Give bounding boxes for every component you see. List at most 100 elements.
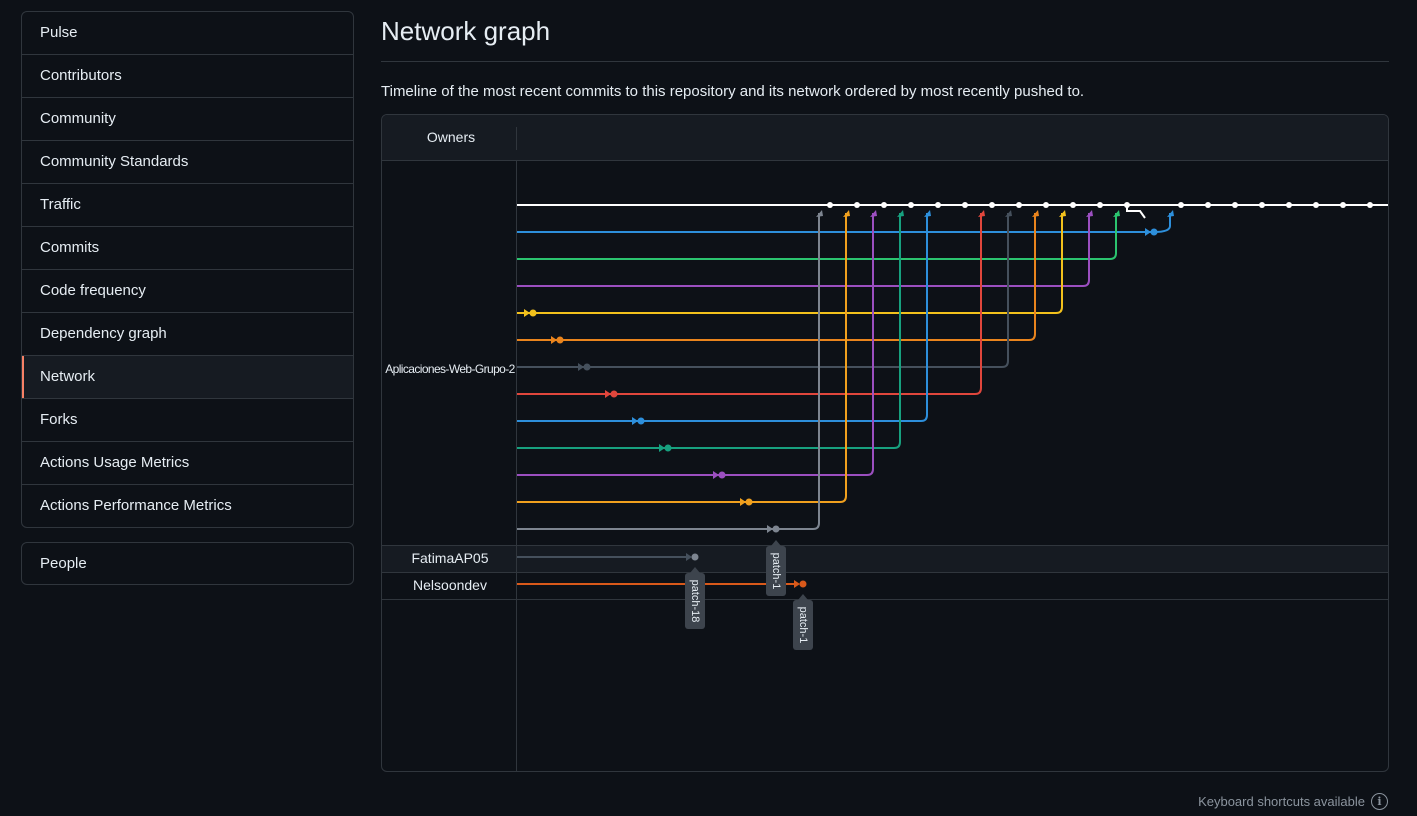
sidebar-item-contributors[interactable]: Contributors: [22, 54, 353, 97]
branch-line: [517, 213, 928, 422]
commit-dot[interactable]: [583, 363, 591, 371]
branch-tag-pointer: [798, 594, 808, 600]
branch-line: [517, 213, 1117, 260]
branch-tag-label: patch-18: [689, 580, 701, 623]
people-sidebar: People: [21, 542, 354, 585]
branch-arrow: [1113, 210, 1120, 217]
branch-tag-label: patch-1: [770, 553, 782, 590]
commit-dot[interactable]: [664, 444, 672, 452]
page-description: Timeline of the most recent commits to t…: [381, 83, 1085, 100]
commit-dot[interactable]: [1016, 202, 1022, 208]
commit-dot[interactable]: [962, 202, 968, 208]
commit-dot[interactable]: [1286, 202, 1292, 208]
network-graph[interactable]: Owners Aplicaciones-Web-Grupo-2 FatimaAP…: [381, 114, 1389, 772]
commit-dot[interactable]: [799, 580, 807, 588]
sidebar-item-commits[interactable]: Commits: [22, 226, 353, 269]
insights-sidebar: Pulse Contributors Community Community S…: [21, 11, 354, 528]
commit-dot[interactable]: [989, 202, 995, 208]
info-icon: i: [1371, 793, 1388, 810]
branch-line: [517, 213, 820, 530]
branch-arrow: [632, 417, 638, 425]
owner-label: Nelsoondev: [413, 577, 487, 593]
commit-dot[interactable]: [1367, 202, 1373, 208]
owner-row-band: [382, 545, 1388, 572]
branch-arrow: [1167, 210, 1174, 217]
commit-dot[interactable]: [1178, 202, 1184, 208]
branch-arrow: [978, 210, 985, 217]
branch-line: [517, 213, 901, 449]
branch-arrow: [843, 210, 850, 217]
commit-dot[interactable]: [854, 202, 860, 208]
owner-label: Aplicaciones-Web-Grupo-2: [385, 362, 515, 376]
branch-arrow: [1086, 210, 1093, 217]
branch-arrow: [524, 309, 530, 317]
branch-arrow: [1145, 228, 1151, 236]
graph-header: [382, 115, 1388, 160]
commit-dot[interactable]: [908, 202, 914, 208]
keyboard-shortcuts-hint[interactable]: Keyboard shortcuts available i: [1198, 793, 1388, 810]
commit-dot[interactable]: [637, 417, 645, 425]
branch-arrow: [740, 498, 746, 506]
sidebar-item-dependency-graph[interactable]: Dependency graph: [22, 312, 353, 355]
commit-dot[interactable]: [772, 525, 780, 533]
branch-tag-pointer: [771, 540, 781, 546]
sidebar-item-people[interactable]: People: [22, 543, 353, 584]
commit-dot[interactable]: [745, 498, 753, 506]
branch-arrow: [897, 210, 904, 217]
commit-dot[interactable]: [1340, 202, 1346, 208]
commit-dot[interactable]: [827, 202, 833, 208]
sidebar-item-traffic[interactable]: Traffic: [22, 183, 353, 226]
branch-line: [1153, 213, 1171, 233]
branch-arrow: [767, 525, 773, 533]
page-title: Network graph: [381, 16, 551, 46]
commit-dot[interactable]: [1043, 202, 1049, 208]
branch-tag-patch-18[interactable]: patch-18: [685, 567, 705, 629]
sidebar-item-network[interactable]: Network: [22, 355, 353, 398]
branch-arrow: [1032, 210, 1039, 217]
commit-dot[interactable]: [881, 202, 887, 208]
commit-dot[interactable]: [935, 202, 941, 208]
commit-dot[interactable]: [1232, 202, 1238, 208]
commit-dot[interactable]: [529, 309, 537, 317]
sidebar-item-community-standards[interactable]: Community Standards: [22, 140, 353, 183]
commit-dot[interactable]: [1150, 228, 1158, 236]
owners-header: Owners: [427, 129, 475, 145]
commit-dot[interactable]: [1259, 202, 1265, 208]
branch-tag-patch-1-nelsoondev[interactable]: patch-1: [793, 594, 813, 650]
merge-connector: [1126, 205, 1146, 219]
sidebar-item-forks[interactable]: Forks: [22, 398, 353, 441]
commit-dot[interactable]: [1097, 202, 1103, 208]
owner-label: FatimaAP05: [411, 550, 488, 566]
branch-arrow: [816, 210, 823, 217]
network-graph-canvas[interactable]: Owners Aplicaciones-Web-Grupo-2 FatimaAP…: [382, 115, 1388, 771]
branch-line: [517, 213, 847, 503]
commit-dot[interactable]: [691, 553, 699, 561]
commit-dot[interactable]: [610, 390, 618, 398]
branch-arrow: [1059, 210, 1066, 217]
branch-arrow: [659, 444, 665, 452]
sidebar-item-community[interactable]: Community: [22, 97, 353, 140]
branch-tag-patch-1[interactable]: patch-1: [766, 540, 786, 596]
branch-arrow: [605, 390, 611, 398]
sidebar-item-actions-usage-metrics[interactable]: Actions Usage Metrics: [22, 441, 353, 484]
branch-arrow: [924, 210, 931, 217]
commit-dot[interactable]: [1313, 202, 1319, 208]
commit-dot[interactable]: [718, 471, 726, 479]
commit-dot[interactable]: [556, 336, 564, 344]
commit-dot[interactable]: [1205, 202, 1211, 208]
keyboard-shortcuts-text: Keyboard shortcuts available: [1198, 794, 1365, 809]
branch-arrow: [870, 210, 877, 217]
branch-arrow: [713, 471, 719, 479]
branch-line: [517, 213, 1090, 287]
branch-arrow: [794, 580, 800, 588]
branch-tag-label: patch-1: [797, 607, 809, 644]
branch-arrow: [578, 363, 584, 371]
sidebar-item-code-frequency[interactable]: Code frequency: [22, 269, 353, 312]
sidebar-item-actions-performance-metrics[interactable]: Actions Performance Metrics: [22, 484, 353, 527]
branch-arrow: [551, 336, 557, 344]
commit-dot[interactable]: [1070, 202, 1076, 208]
sidebar-item-pulse[interactable]: Pulse: [22, 12, 353, 54]
branch-arrow: [1005, 210, 1012, 217]
title-divider: [381, 61, 1389, 62]
branch-line: [517, 213, 1009, 368]
